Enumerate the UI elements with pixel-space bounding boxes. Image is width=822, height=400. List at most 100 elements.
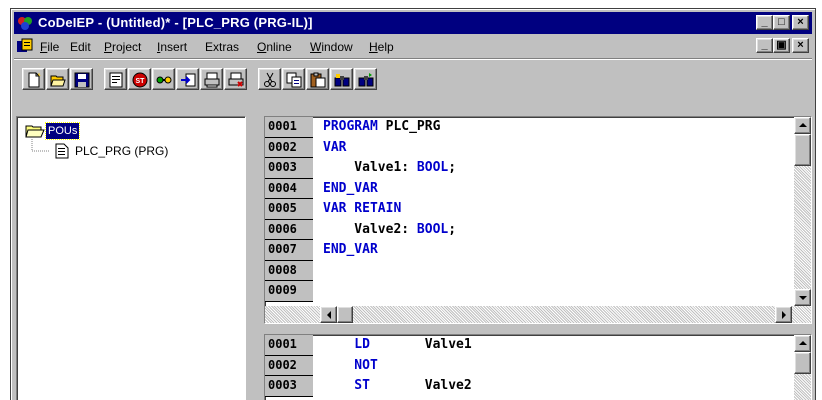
- declaration-code-line[interactable]: VAR: [323, 138, 783, 159]
- menu-extras[interactable]: Extras: [205, 39, 239, 55]
- scroll-thumb[interactable]: [794, 134, 811, 166]
- stop-button[interactable]: ST: [128, 68, 151, 90]
- tree-child-label: PLC_PRG (PRG): [75, 144, 169, 158]
- declaration-code-line[interactable]: [323, 261, 783, 282]
- logout-icon: [181, 73, 196, 87]
- pou-document-icon: [55, 143, 69, 159]
- declaration-vertical-scrollbar[interactable]: [794, 117, 811, 306]
- new-file-icon: [28, 72, 41, 88]
- pane-splitter[interactable]: [264, 326, 812, 332]
- declaration-code-line[interactable]: Valve1: BOOL;: [323, 158, 783, 179]
- declaration-code-line[interactable]: PROGRAM PLC_PRG: [323, 117, 783, 138]
- scroll-up-button[interactable]: [794, 117, 811, 134]
- document-window-icon[interactable]: [16, 38, 34, 54]
- keyword-token: BOOL: [416, 160, 449, 175]
- declaration-code-line[interactable]: END_VAR: [323, 179, 783, 200]
- tree-root-label: POUs: [44, 122, 81, 140]
- maximize-icon: □: [778, 16, 785, 28]
- declaration-horizontal-scrollbar[interactable]: [265, 306, 811, 323]
- build-button[interactable]: [104, 68, 127, 90]
- login-icon: [156, 76, 172, 84]
- scroll-down-button[interactable]: [794, 289, 811, 306]
- keyword-token: VAR: [323, 139, 347, 155]
- menu-file[interactable]: File: [40, 39, 59, 55]
- menu-help[interactable]: Help: [369, 39, 394, 55]
- declaration-editor[interactable]: 0001 0002 0003 0004 0005 0006 0007 0008 0009 PRO…: [264, 116, 812, 324]
- declaration-line-number: 0009: [265, 281, 313, 302]
- declaration-line-number: 0002: [265, 137, 313, 158]
- declaration-code-line[interactable]: VAR RETAIN: [323, 199, 783, 220]
- maximize-button[interactable]: □: [773, 15, 790, 30]
- save-disk-icon: [74, 72, 90, 88]
- find-next-binoculars-icon: [358, 73, 374, 87]
- svg-text:ST: ST: [136, 78, 146, 85]
- menu-window[interactable]: Window: [310, 39, 353, 55]
- open-button[interactable]: [46, 68, 69, 90]
- keyword-token: END_VAR: [323, 180, 378, 196]
- body-line-number: 0002: [265, 355, 313, 376]
- body-vertical-scrollbar[interactable]: [794, 335, 811, 400]
- copy-button[interactable]: [282, 68, 305, 90]
- identifier-token: ;: [448, 160, 457, 175]
- window-title: CoDeIEP - (Untitled)* - [PLC_PRG (PRG-IL…: [38, 15, 313, 30]
- title-bar[interactable]: CoDeIEP - (Untitled)* - [PLC_PRG (PRG-IL…: [14, 12, 812, 34]
- menu-online[interactable]: Online: [257, 39, 292, 55]
- body-code[interactable]: LD Valve1 NOT ST Valve2: [323, 335, 783, 397]
- declaration-line-number: 0007: [265, 240, 313, 261]
- scroll-right-button[interactable]: [775, 306, 792, 323]
- keyword-token: NOT: [323, 357, 378, 373]
- login-button[interactable]: [152, 68, 175, 90]
- menu-edit[interactable]: Edit: [70, 39, 91, 55]
- save-button[interactable]: [70, 68, 93, 90]
- mdi-minimize-button[interactable]: _: [756, 38, 773, 53]
- paste-button[interactable]: [306, 68, 329, 90]
- declaration-line-number: 0005: [265, 199, 313, 220]
- body-code-line[interactable]: LD Valve1: [323, 335, 783, 356]
- find-next-button[interactable]: [354, 68, 377, 90]
- build-icon: [109, 72, 123, 88]
- body-code-line[interactable]: ST Valve2: [323, 376, 783, 397]
- declaration-code[interactable]: PROGRAM PLC_PRG VAR Valve1: BOOL; END_VAR V…: [323, 117, 783, 302]
- mdi-restore-button[interactable]: ▣: [773, 38, 790, 53]
- print-preview-icon: [204, 72, 220, 88]
- declaration-line-number: 0003: [265, 158, 313, 179]
- mdi-close-button[interactable]: ×: [792, 38, 809, 53]
- logout-button[interactable]: [176, 68, 199, 90]
- scroll-left-button[interactable]: [320, 306, 337, 323]
- horizontal-scroll-thumb[interactable]: [337, 306, 353, 323]
- new-file-button[interactable]: [22, 68, 45, 90]
- menu-insert[interactable]: Insert: [157, 39, 187, 55]
- close-button[interactable]: ×: [792, 15, 809, 30]
- declaration-code-line[interactable]: [323, 281, 783, 302]
- declaration-line-numbers: 0001 0002 0003 0004 0005 0006 0007 0008 0009: [265, 117, 313, 304]
- identifier-token: PLC_PRG: [385, 119, 441, 134]
- arrow-left-icon: [327, 311, 331, 319]
- keyword-token: PROGRAM: [323, 119, 386, 134]
- keyword-token: END_VAR: [323, 242, 378, 257]
- minimize-button[interactable]: _: [756, 15, 773, 30]
- cut-button[interactable]: [258, 68, 281, 90]
- identifier-token: Valve2: [369, 378, 472, 393]
- body-line-number: 0001: [265, 335, 313, 356]
- print-button[interactable]: [224, 68, 247, 90]
- menu-project[interactable]: Project: [104, 39, 141, 55]
- print-preview-button[interactable]: [200, 68, 223, 90]
- declaration-code-line[interactable]: Valve2: BOOL;: [323, 220, 783, 241]
- stop-icon: ST: [132, 72, 148, 88]
- close-icon: ×: [797, 39, 804, 51]
- scroll-up-button[interactable]: [794, 335, 811, 352]
- declaration-line-number: 0001: [265, 117, 313, 138]
- find-button[interactable]: [330, 68, 353, 90]
- body-code-line[interactable]: NOT: [323, 356, 783, 377]
- instruction-list-editor[interactable]: 0001 0002 0003 LD Valve1 NOT ST Valve2: [264, 334, 812, 400]
- declaration-code-line[interactable]: END_VAR: [323, 240, 783, 261]
- paste-clipboard-icon: [310, 72, 326, 88]
- identifier-token: Valve1: [369, 337, 472, 352]
- body-line-number: 0003: [265, 376, 313, 397]
- toolbar: ST: [14, 58, 812, 110]
- open-folder-icon: [25, 125, 45, 138]
- identifier-token: ;: [448, 221, 457, 237]
- scroll-thumb[interactable]: [794, 352, 811, 374]
- close-icon: ×: [797, 16, 804, 28]
- keyword-token: VAR RETAIN: [323, 201, 402, 216]
